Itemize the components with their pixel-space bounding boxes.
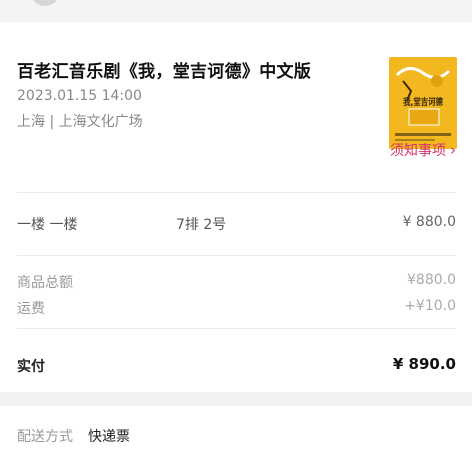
divider	[17, 192, 456, 193]
divider	[17, 255, 456, 256]
avatar	[30, 0, 60, 6]
top-strip	[0, 0, 472, 22]
total-paid-value: ¥ 890.0	[392, 355, 456, 373]
subtotal-label: 商品总额	[17, 275, 73, 291]
show-venue: 上海 | 上海文化广场	[17, 114, 143, 130]
ticket-area: 一楼 一楼	[17, 217, 78, 233]
chevron-right-icon: ›	[450, 140, 456, 159]
order-card: 百老汇音乐剧《我，堂吉诃德》中文版 2023.01.15 14:00 上海 | …	[0, 22, 472, 392]
shipping-fee-value: +¥10.0	[404, 298, 456, 314]
show-datetime: 2023.01.15 14:00	[17, 88, 142, 104]
poster-title: 我,堂吉诃德	[403, 98, 443, 108]
notice-link[interactable]: 须知事项 ›	[390, 140, 456, 160]
show-title: 百老汇音乐剧《我，堂吉诃德》中文版	[17, 62, 312, 82]
subtotal-value: ¥880.0	[407, 272, 456, 288]
shipping-fee-label: 运费	[17, 301, 45, 317]
delivery-method-label: 配送方式	[17, 429, 73, 445]
total-paid-label: 实付	[17, 359, 45, 375]
ticket-price: ¥ 880.0	[402, 214, 456, 230]
notice-label: 须知事项	[390, 143, 446, 159]
delivery-method-value: 快递票	[88, 429, 130, 445]
ticket-seat: 7排 2号	[176, 217, 227, 233]
delivery-card[interactable]: 配送方式 快递票	[0, 406, 472, 459]
divider	[17, 328, 456, 329]
show-poster[interactable]: 我,堂吉诃德	[389, 57, 457, 149]
